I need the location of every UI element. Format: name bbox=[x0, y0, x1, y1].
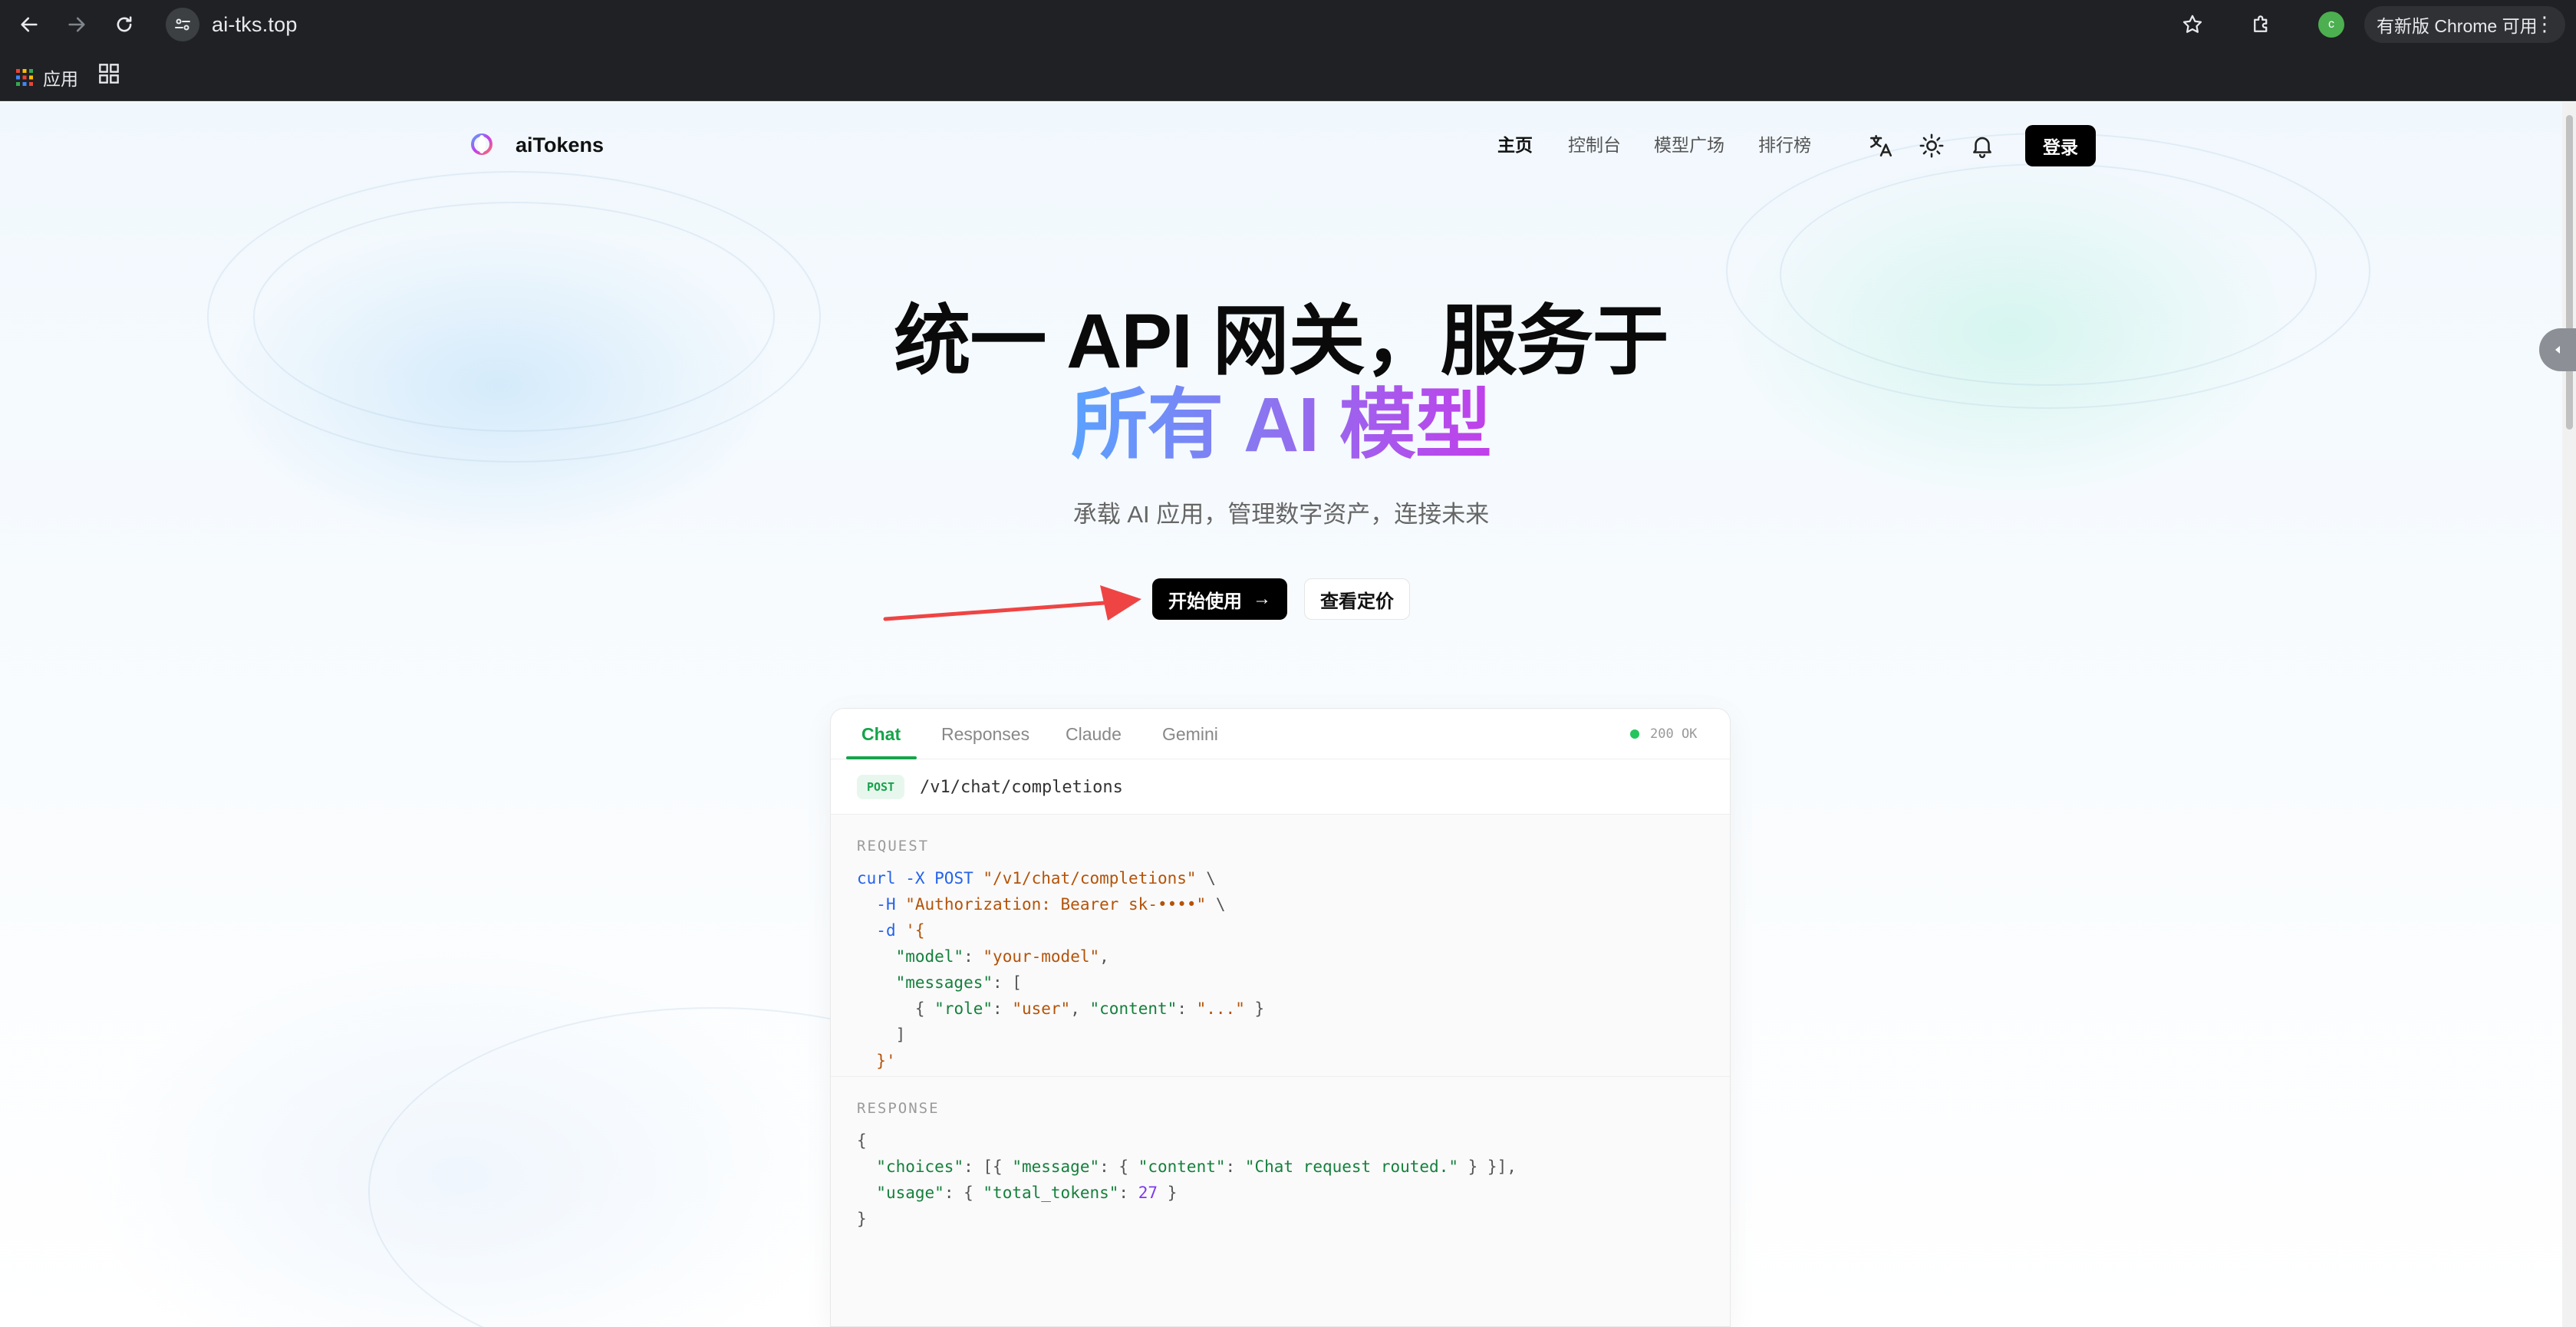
translate-icon bbox=[1869, 134, 1892, 157]
menu-dots-icon[interactable]: ⋮ bbox=[2535, 12, 2555, 35]
bookmark-apps[interactable]: 应用 bbox=[15, 64, 78, 91]
theme-toggle-button[interactable] bbox=[1916, 130, 1947, 161]
notifications-button[interactable] bbox=[1967, 130, 1998, 161]
get-started-label: 开始使用 bbox=[1168, 591, 1242, 612]
forward-button[interactable] bbox=[61, 9, 92, 40]
arrow-right-icon: → bbox=[1253, 588, 1271, 609]
url-text: ai-tks.top bbox=[212, 12, 298, 36]
hero-subtitle: 承载 AI 应用，管理数字资产，连接未来 bbox=[1072, 501, 1490, 528]
update-label: 有新版 Chrome 可用 bbox=[2377, 16, 2538, 36]
bookmark-star-button[interactable] bbox=[2177, 9, 2208, 40]
tab-chat[interactable]: Chat bbox=[861, 723, 901, 746]
login-button[interactable]: 登录 bbox=[2025, 125, 2096, 166]
nav-leaderboard[interactable]: 排行榜 bbox=[1758, 133, 1811, 156]
code-tabs: Chat Responses Claude Gemini 200 OK bbox=[831, 709, 1730, 759]
chrome-update-button[interactable]: 有新版 Chrome 可用 ⋮ bbox=[2364, 6, 2565, 43]
address-bar[interactable]: ai-tks.top bbox=[163, 5, 2219, 44]
puzzle-icon bbox=[2254, 15, 2268, 32]
hero-title-gradient-text: 所有 AI 模型 bbox=[1071, 382, 1492, 468]
reload-icon bbox=[117, 16, 132, 32]
scrollbar-thumb[interactable] bbox=[2566, 115, 2573, 430]
apps-grid-icon bbox=[16, 69, 33, 86]
endpoint-row: POST /v1/chat/completions bbox=[831, 759, 1730, 815]
tab-responses[interactable]: Responses bbox=[941, 723, 1029, 746]
request-section: REQUEST curl -X POST "/v1/chat/completio… bbox=[831, 815, 1730, 1077]
bookmarks-bar bbox=[0, 49, 2576, 101]
get-started-button[interactable]: 开始使用 → bbox=[1152, 578, 1287, 620]
request-label: REQUEST bbox=[857, 838, 930, 854]
response-section: RESPONSE { "choices": [{ "message": { "c… bbox=[831, 1077, 1730, 1326]
tab-groups-icon[interactable] bbox=[98, 63, 120, 84]
brand-logo-icon[interactable] bbox=[469, 132, 494, 156]
request-code-block: curl -X POST "/v1/chat/completions" \ -H… bbox=[857, 869, 1265, 1070]
back-arrow-icon bbox=[21, 17, 38, 32]
tab-gemini[interactable]: Gemini bbox=[1162, 723, 1218, 746]
method-badge: POST bbox=[857, 775, 904, 799]
response-label: RESPONSE bbox=[857, 1100, 940, 1117]
language-button[interactable] bbox=[1866, 130, 1896, 161]
sun-icon bbox=[1919, 133, 1944, 158]
tab-claude[interactable]: Claude bbox=[1066, 723, 1122, 746]
nav-model-plaza[interactable]: 模型广场 bbox=[1654, 133, 1724, 156]
bell-icon bbox=[1973, 137, 1991, 159]
status-text: 200 OK bbox=[1650, 726, 1698, 742]
hero-title-line1: 统一 API 网关，服务于 bbox=[894, 298, 1668, 384]
annotation-arrow-icon bbox=[883, 585, 1141, 621]
brand-name[interactable]: aiTokens bbox=[516, 132, 604, 158]
nav-console[interactable]: 控制台 bbox=[1568, 133, 1621, 156]
star-icon bbox=[2182, 15, 2202, 33]
extensions-button[interactable] bbox=[2246, 9, 2277, 40]
profile-avatar[interactable]: c bbox=[2318, 12, 2344, 38]
bookmark-apps-label: 应用 bbox=[43, 69, 78, 89]
response-code-block: { "choices": [{ "message": { "content": … bbox=[857, 1131, 1517, 1228]
view-pricing-button[interactable]: 查看定价 bbox=[1304, 578, 1410, 620]
back-button[interactable] bbox=[14, 9, 44, 40]
reload-button[interactable] bbox=[109, 9, 140, 40]
hero-title-line2: 所有 AI 模型 bbox=[0, 379, 2562, 471]
endpoint-path: /v1/chat/completions bbox=[920, 778, 1123, 797]
status-dot-icon bbox=[1630, 729, 1639, 739]
nav-home[interactable]: 主页 bbox=[1497, 133, 1533, 156]
site-info-icon[interactable] bbox=[166, 8, 199, 41]
api-code-card: Chat Responses Claude Gemini 200 OK POST… bbox=[830, 708, 1731, 1327]
forward-arrow-icon bbox=[68, 17, 85, 32]
